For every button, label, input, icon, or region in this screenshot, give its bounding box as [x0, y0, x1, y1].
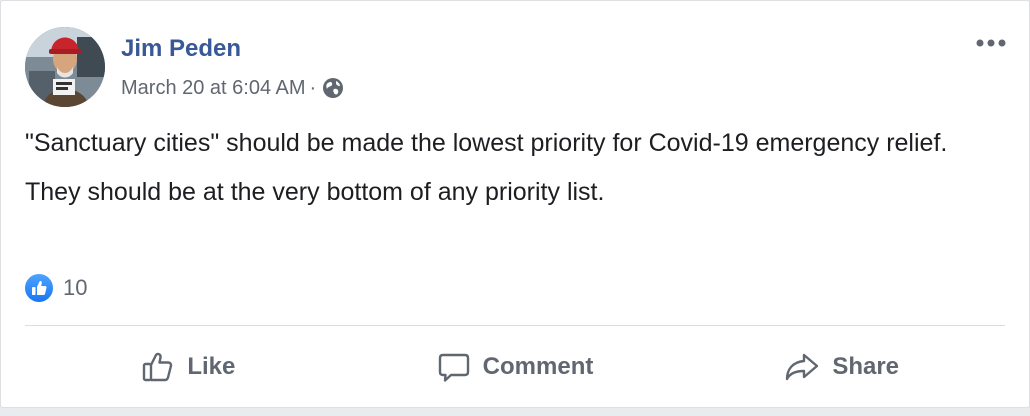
actions-divider — [25, 325, 1005, 326]
reaction-summary[interactable]: 10 — [23, 271, 87, 305]
comment-bubble-icon — [438, 353, 469, 382]
share-button[interactable]: Share — [678, 331, 1005, 403]
more-options-icon[interactable] — [973, 31, 1009, 55]
post-body: "Sanctuary cities" should be made the lo… — [25, 125, 1000, 223]
post-card: Jim Peden March 20 at 6:04 AM · "Sanctua… — [0, 0, 1030, 408]
like-reaction-icon — [23, 272, 55, 304]
avatar-photo — [25, 27, 105, 107]
post-timestamp[interactable]: March 20 at 6:04 AM — [121, 77, 306, 100]
author-avatar[interactable] — [25, 27, 105, 107]
post-paragraph: "Sanctuary cities" should be made the lo… — [25, 129, 948, 157]
meta-separator: · — [309, 76, 317, 99]
comment-button[interactable]: Comment — [352, 331, 679, 403]
share-arrow-icon — [786, 353, 819, 381]
post-meta: March 20 at 6:04 AM · — [121, 75, 344, 101]
author-name[interactable]: Jim Peden — [121, 35, 241, 63]
globe-icon[interactable] — [322, 77, 344, 99]
like-button[interactable]: Like — [25, 331, 352, 403]
post-actions-bar: Like Comment Share — [25, 331, 1005, 403]
share-label: Share — [832, 353, 900, 380]
post-paragraph: They should be at the very bottom of any… — [25, 178, 605, 206]
reaction-count: 10 — [63, 275, 88, 300]
like-label: Like — [187, 353, 236, 380]
comment-label: Comment — [482, 353, 594, 380]
thumbs-up-icon — [143, 352, 173, 382]
